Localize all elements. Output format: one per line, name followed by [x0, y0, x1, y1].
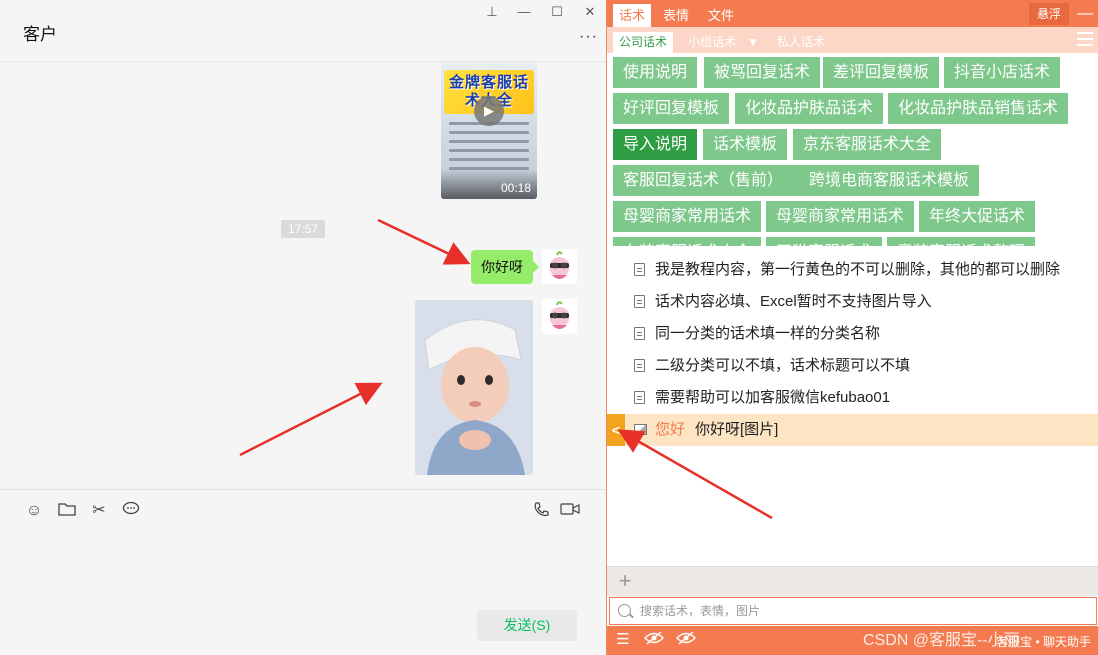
folder-icon[interactable]: [57, 501, 77, 521]
category-tag[interactable]: 京东客服话术大全: [793, 129, 942, 160]
subtab-group[interactable]: 小组话术: [682, 32, 742, 53]
image-message[interactable]: [415, 300, 533, 475]
panel-tabbar: 话术 表情 文件 悬浮 —: [607, 0, 1098, 27]
category-tag-selected[interactable]: 导入说明: [613, 129, 698, 160]
panel-bottom-bar: ☰ 客服宝 • 聊天助手: [607, 626, 1098, 655]
panel-minimize-icon[interactable]: —: [1075, 3, 1095, 25]
message-list[interactable]: 金牌客服话术大全 ▶ 00:18 17:57 你好呀: [0, 62, 606, 489]
category-tag[interactable]: 年终大促话术: [919, 201, 1036, 232]
chat-window: 客户 ⊥ — ☐ ✕ ··· 金牌客服话术大全 ▶ 00:18 17:57 你好…: [0, 0, 606, 655]
list-item[interactable]: 我是教程内容，第一行黄色的不可以删除，其他的都可以删除: [607, 254, 1098, 286]
list-item[interactable]: 二级分类可以不填，话术标题可以不填: [607, 350, 1098, 382]
send-marker-icon[interactable]: <: [607, 414, 625, 446]
list-item-highlighted[interactable]: < 您好 你好呀[图片]: [607, 414, 1098, 446]
chevron-down-icon[interactable]: ▼: [741, 32, 765, 53]
tab-emoji[interactable]: 表情: [657, 4, 695, 27]
category-tag[interactable]: 母婴商家常用话术: [766, 201, 915, 232]
search-box: [609, 597, 1097, 625]
list-item[interactable]: 话术内容必填、Excel暂时不支持图片导入: [607, 286, 1098, 318]
menu-icon[interactable]: [1077, 32, 1093, 46]
float-button[interactable]: 悬浮: [1029, 3, 1069, 25]
avatar[interactable]: [542, 299, 577, 334]
image-icon: [634, 424, 647, 435]
category-tags: 使用说明 被骂回复话术 差评回复模板 抖音小店话术 好评回复模板 化妆品护肤品话…: [607, 53, 1098, 246]
category-tag[interactable]: 天猫客服话术: [766, 237, 883, 246]
chat-header: 客户 ⊥ — ☐ ✕ ···: [0, 0, 606, 62]
category-tag[interactable]: 话术模板: [703, 129, 788, 160]
minimize-icon[interactable]: —: [516, 4, 532, 20]
document-icon: [634, 359, 645, 372]
list-item-text: 我是教程内容，第一行黄色的不可以删除，其他的都可以删除: [655, 261, 1061, 278]
list-item[interactable]: 需要帮助可以加客服微信kefubao01: [607, 382, 1098, 414]
list-item-text: 二级分类可以不填，话术标题可以不填: [655, 357, 911, 374]
category-tag[interactable]: 童装客服话术整理: [887, 237, 1036, 246]
search-input[interactable]: [640, 600, 1080, 622]
tab-scripts[interactable]: 话术: [613, 4, 652, 27]
play-icon[interactable]: ▶: [474, 96, 504, 126]
add-bar: +: [607, 566, 1098, 596]
document-icon: [634, 391, 645, 404]
video-call-icon[interactable]: [560, 501, 580, 521]
list-item-text: 话术内容必填、Excel暂时不支持图片导入: [655, 293, 932, 310]
send-button[interactable]: 发送(S): [477, 610, 577, 641]
phone-icon[interactable]: [531, 501, 551, 521]
category-tag[interactable]: 使用说明: [613, 57, 698, 88]
category-tag[interactable]: 女装客服话术大全: [613, 237, 762, 246]
subtab-private[interactable]: 私人话术: [771, 32, 831, 53]
chat-history-icon[interactable]: [121, 501, 141, 521]
add-icon[interactable]: +: [614, 569, 636, 593]
list-icon[interactable]: ☰: [613, 631, 633, 649]
scissors-icon[interactable]: ✂: [89, 501, 109, 521]
script-panel: 话术 表情 文件 悬浮 — 公司话术 小组话术 ▼ 私人话术 使用说明 被骂回复…: [606, 0, 1098, 655]
category-tag[interactable]: 差评回复模板: [823, 57, 940, 88]
category-tag[interactable]: 化妆品护肤品话术: [735, 93, 884, 124]
subtab-company[interactable]: 公司话术: [613, 32, 674, 53]
eye-icon[interactable]: [644, 631, 664, 649]
category-tag[interactable]: 母婴商家常用话术: [613, 201, 762, 232]
avatar[interactable]: [542, 249, 577, 284]
category-tag[interactable]: 化妆品护肤品销售话术: [888, 93, 1069, 124]
close-icon[interactable]: ✕: [582, 4, 598, 20]
watermark: CSDN @客服宝--小丽: [863, 632, 1020, 649]
document-icon: [634, 295, 645, 308]
pin-icon[interactable]: ⊥: [484, 4, 500, 20]
list-item[interactable]: 同一分类的话术填一样的分类名称: [607, 318, 1098, 350]
search-icon: [618, 604, 631, 617]
category-tag[interactable]: 抖音小店话术: [944, 57, 1061, 88]
video-duration: 00:18: [500, 181, 531, 195]
message-timestamp: 17:57: [281, 220, 325, 238]
list-item-text: 需要帮助可以加客服微信kefubao01: [655, 389, 891, 406]
tab-files[interactable]: 文件: [702, 4, 740, 27]
category-tag[interactable]: 被骂回复话术: [704, 57, 821, 88]
chat-title: 客户: [23, 25, 57, 44]
video-text-lines: [449, 122, 529, 176]
list-item-text: 同一分类的话术填一样的分类名称: [655, 325, 881, 342]
eye-off-icon[interactable]: [676, 631, 696, 649]
text-message[interactable]: 你好呀: [471, 250, 539, 284]
list-item-text: 你好呀[图片]: [695, 421, 779, 438]
document-icon: [634, 263, 645, 276]
list-item-title: 您好: [655, 421, 686, 438]
category-tag[interactable]: 客服回复话术（售前）: [613, 165, 801, 196]
document-icon: [634, 327, 645, 340]
input-divider: [0, 489, 606, 490]
panel-subtabs: 公司话术 小组话术 ▼ 私人话术: [607, 27, 1098, 53]
category-tag[interactable]: 好评回复模板: [613, 93, 730, 124]
maximize-icon[interactable]: ☐: [549, 4, 565, 20]
emoji-icon[interactable]: ☺: [24, 501, 44, 521]
category-tag[interactable]: 跨境电商客服话术模板: [799, 165, 980, 196]
more-options-icon[interactable]: ···: [579, 28, 598, 46]
video-message[interactable]: 金牌客服话术大全 ▶ 00:18: [441, 62, 537, 199]
